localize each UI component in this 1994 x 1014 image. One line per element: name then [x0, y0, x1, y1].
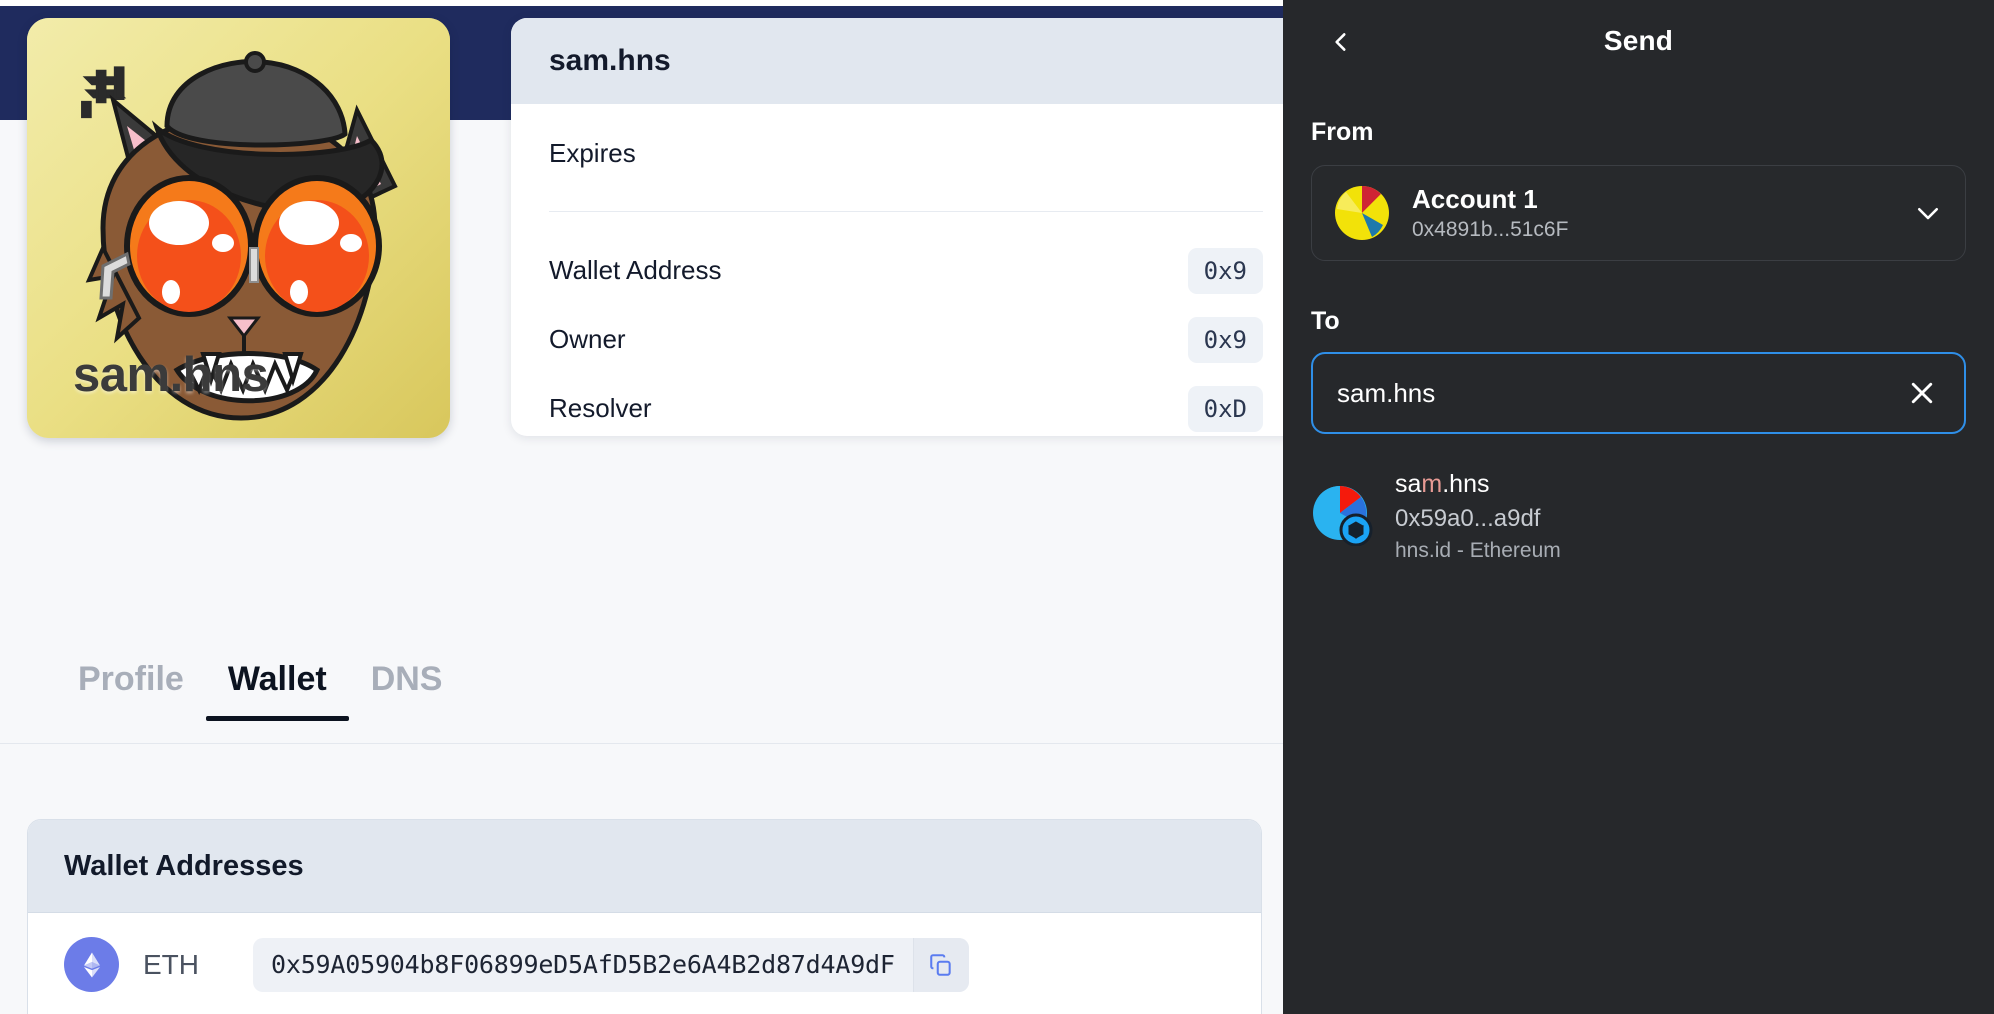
send-panel-title: Send [1603, 25, 1674, 56]
profile-tabs: Profile Wallet DNS [0, 654, 1283, 744]
wallet-addresses-panel: Wallet Addresses ETH 0x59A05904b8F06899e… [27, 819, 1262, 1014]
detail-row-resolver: Resolver 0xD [549, 374, 1263, 436]
detail-label: Resolver [549, 393, 652, 423]
account-meta: Account 1 0x4891b...51c6F [1412, 184, 1913, 242]
ethereum-glyph [83, 952, 100, 977]
wallet-addresses-title: Wallet Addresses [64, 849, 304, 882]
wallet-address-row: ETH 0x59A05904b8F06899eD5AfD5B2e6A4B2d87… [28, 913, 1261, 1014]
to-label: To [1311, 307, 1340, 335]
search-result-name: sam.hns [1395, 468, 1561, 501]
account-avatar-glyph [1335, 186, 1389, 240]
search-result-source: hns.id - Ethereum [1395, 538, 1561, 562]
detail-value[interactable]: 0x9 [1187, 316, 1263, 363]
send-panel: Send From Account 1 0x4891b...51c6F To s… [1283, 0, 1994, 1014]
domain-detail-card: sam.hns Expires Wallet Address 0x9 Owner… [511, 18, 1301, 436]
search-result-item[interactable]: sam.hns 0x59a0...a9df hns.id - Ethereum [1283, 456, 1994, 575]
search-result-address: 0x59a0...a9df [1395, 504, 1541, 532]
wallet-ticker: ETH [143, 948, 199, 980]
to-recipient-input[interactable] [1337, 377, 1900, 409]
account-address: 0x4891b...51c6F [1412, 217, 1569, 241]
detail-row-wallet-address: Wallet Address 0x9 [549, 236, 1263, 305]
close-x-icon[interactable] [1900, 371, 1944, 415]
result-name-prefix: sa [1395, 470, 1422, 498]
account-pie-avatar [1334, 185, 1390, 241]
result-name-match: m [1421, 470, 1443, 498]
to-input-wrapper[interactable] [1311, 352, 1966, 434]
chevron-down-glyph [1917, 207, 1939, 220]
from-label: From [1311, 118, 1374, 146]
domain-detail-header: sam.hns [511, 18, 1301, 104]
chevron-left-glyph [1335, 33, 1346, 51]
tab-profile[interactable]: Profile [56, 654, 206, 721]
detail-row-owner: Owner 0x9 [549, 305, 1263, 374]
domain-name: sam.hns [549, 44, 671, 77]
tab-wallet[interactable]: Wallet [205, 654, 349, 721]
domain-pie-avatar [1311, 484, 1373, 547]
nft-avatar-card[interactable]: sam.hns [27, 18, 450, 438]
wallet-addresses-header: Wallet Addresses [28, 820, 1261, 913]
account-name: Account 1 [1412, 184, 1538, 215]
detail-label: Owner [549, 324, 626, 354]
chevron-down-icon[interactable] [1913, 198, 1943, 228]
detail-row-expires: Expires [549, 104, 1263, 212]
detail-value[interactable]: 0x9 [1187, 247, 1263, 294]
app-root: sam.hns sam.hns Expires Wallet Address 0… [0, 0, 1994, 1014]
detail-value[interactable]: 0xD [1187, 385, 1263, 432]
copy-glyph [930, 953, 951, 976]
domain-avatar-glyph [1313, 486, 1373, 547]
from-account-selector[interactable]: Account 1 0x4891b...51c6F [1311, 165, 1966, 261]
detail-value [1231, 138, 1263, 156]
chevron-left-icon[interactable] [1319, 20, 1363, 64]
wallet-address-value: 0x59A05904b8F06899eD5AfD5B2e6A4B2d87d4A9… [271, 950, 895, 979]
send-panel-header: Send [1283, 0, 1994, 82]
domain-detail-body: Expires Wallet Address 0x9 Owner 0x9 Res… [511, 104, 1301, 436]
result-name-suffix: .hns [1442, 470, 1490, 498]
ethereum-icon [64, 937, 119, 992]
close-x-glyph [1911, 382, 1933, 404]
detail-label: Expires [549, 138, 636, 168]
cat-nft-artwork [27, 18, 450, 438]
wallet-address-pill: 0x59A05904b8F06899eD5AfD5B2e6A4B2d87d4A9… [253, 937, 969, 992]
search-result-meta: sam.hns 0x59a0...a9df hns.id - Ethereum [1395, 468, 1561, 563]
copy-icon[interactable] [912, 937, 969, 992]
detail-label: Wallet Address [549, 255, 722, 285]
tab-dns[interactable]: DNS [349, 654, 465, 721]
